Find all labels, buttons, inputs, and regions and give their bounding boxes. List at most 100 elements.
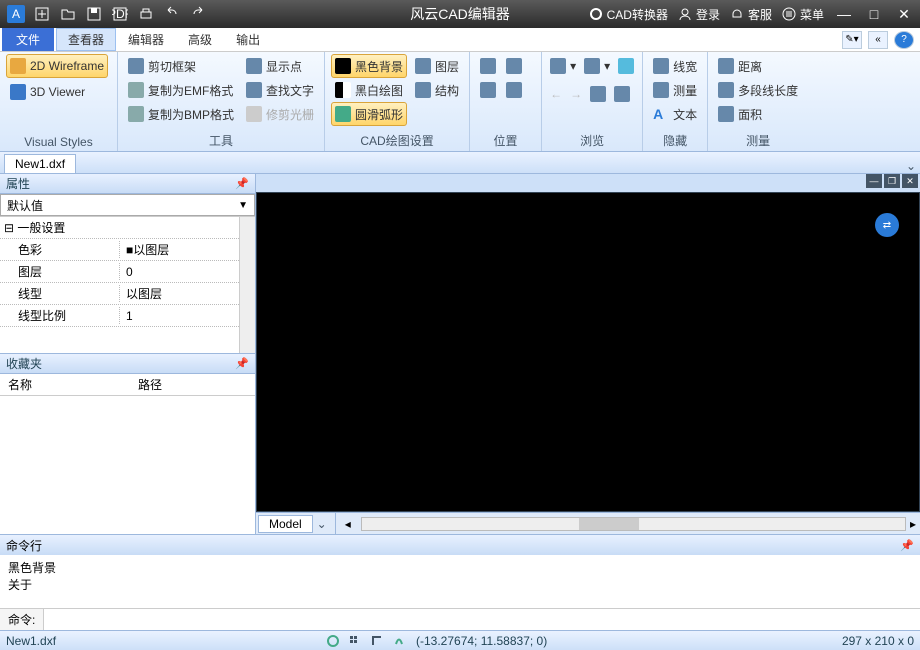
group-tools: 工具 [124, 131, 318, 150]
properties-pin-icon[interactable]: 📌 [235, 177, 249, 190]
polyline-icon [718, 82, 734, 98]
menu-advanced[interactable]: 高级 [176, 28, 224, 51]
menu-button[interactable]: 菜单 [782, 6, 824, 23]
nav-tool-1[interactable] [588, 82, 608, 106]
setting-smooth-arc[interactable]: 圆滑弧形 [331, 102, 407, 126]
favorites-header: 收藏夹📌 [0, 354, 255, 374]
pos-icon [480, 58, 496, 74]
status-ortho-icon[interactable] [370, 634, 384, 648]
tool-copy-emf[interactable]: 复制为EMF格式 [124, 78, 238, 102]
support-button[interactable]: 客服 [730, 6, 772, 23]
properties-selector[interactable]: 默认值▼ [0, 194, 255, 216]
nav-fwd: → [568, 82, 584, 106]
menu-output[interactable]: 输出 [224, 28, 272, 51]
layers-icon [415, 58, 431, 74]
cad-converter-button[interactable]: CAD转换器 [589, 6, 668, 23]
favorites-pin-icon[interactable]: 📌 [235, 357, 249, 370]
canvas-footer: Model ⌄ ◂ ▸ [256, 512, 920, 534]
pan-icon [618, 58, 634, 74]
maximize-button[interactable]: □ [864, 4, 884, 24]
hscroll-left[interactable]: ◂ [341, 517, 355, 531]
menu-bar: 文件 查看器 编辑器 高级 输出 ✎▾ « ? [0, 28, 920, 52]
tool-clip-frame[interactable]: 剪切框架 [124, 54, 238, 78]
new-icon[interactable] [32, 4, 52, 24]
group-position: 位置 [476, 131, 535, 150]
canvas-badge-icon[interactable]: ⇄ [875, 213, 899, 237]
expand-ribbon-button[interactable]: « [868, 31, 888, 49]
model-tab[interactable]: Model [258, 515, 313, 533]
measure-area[interactable]: 面积 [714, 102, 802, 126]
minimize-button[interactable]: — [834, 4, 854, 24]
measure-polyline[interactable]: 多段线长度 [714, 78, 802, 102]
canvas-close-icon[interactable]: ✕ [902, 174, 918, 188]
group-browse: 浏览 [548, 131, 636, 150]
ribbon: 2D Wireframe 3D Viewer Visual Styles 剪切框… [0, 52, 920, 152]
app-title: 风云CAD编辑器 [410, 4, 510, 24]
command-pin-icon[interactable]: 📌 [900, 539, 914, 552]
setting-structure[interactable]: 结构 [411, 78, 463, 102]
find-icon [246, 82, 262, 98]
menu-file[interactable]: 文件 [2, 28, 54, 51]
status-dimensions: 297 x 210 x 0 [842, 634, 914, 648]
status-icon-1[interactable] [326, 634, 340, 648]
emf-icon [128, 82, 144, 98]
nav-tool-2[interactable] [612, 82, 632, 106]
text-icon: A [653, 106, 669, 122]
zoom-in[interactable]: ▾ [548, 54, 578, 78]
pan-tool[interactable] [616, 54, 636, 78]
tool-find-text[interactable]: 查找文字 [242, 78, 318, 102]
toolbar-options-button[interactable]: ✎▾ [842, 31, 862, 49]
fav-col-path[interactable]: 路径 [130, 376, 162, 393]
properties-header: 属性📌 [0, 174, 255, 194]
app-icon[interactable]: A [6, 4, 26, 24]
fav-col-name[interactable]: 名称 [0, 376, 130, 393]
save-icon[interactable] [84, 4, 104, 24]
canvas-hscrollbar[interactable] [361, 517, 906, 531]
hscroll-right[interactable]: ▸ [906, 517, 920, 531]
properties-table: ⊟ 一般设置 色彩■以图层 图层0 线型以图层 线型比例1 [0, 216, 255, 353]
pos2-icon [506, 58, 522, 74]
measure-distance[interactable]: 距离 [714, 54, 802, 78]
hide-measure[interactable]: 测量 [649, 78, 701, 102]
hide-text[interactable]: A文本 [649, 102, 701, 126]
open-icon[interactable] [58, 4, 78, 24]
viewer3d-icon [10, 84, 26, 100]
setting-layers[interactable]: 图层 [411, 54, 463, 78]
position-tool-1[interactable] [476, 54, 526, 78]
command-input[interactable] [44, 613, 920, 627]
bw-icon [335, 82, 351, 98]
menu-viewer[interactable]: 查看器 [56, 28, 116, 51]
modeltab-chevron[interactable]: ⌄ [313, 517, 331, 531]
undo-icon[interactable] [162, 4, 182, 24]
menu-editor[interactable]: 编辑器 [116, 28, 176, 51]
zoom-in-icon [550, 58, 566, 74]
tool-copy-bmp[interactable]: 复制为BMP格式 [124, 102, 238, 126]
drawing-canvas[interactable]: ⇄ [256, 192, 920, 512]
canvas-restore-icon[interactable]: ❐ [884, 174, 900, 188]
redo-icon[interactable] [188, 4, 208, 24]
file-tab[interactable]: New1.dxf [4, 154, 76, 173]
status-grid-icon[interactable] [348, 634, 362, 648]
setting-black-bg[interactable]: 黑色背景 [331, 54, 407, 78]
properties-scrollbar[interactable] [239, 217, 255, 353]
setting-bw-draw[interactable]: 黑白绘图 [331, 78, 407, 102]
login-button[interactable]: 登录 [678, 6, 720, 23]
clip-icon [128, 58, 144, 74]
tool-show-point[interactable]: 显示点 [242, 54, 318, 78]
zoom-out[interactable]: ▾ [582, 54, 612, 78]
help-button[interactable]: ? [894, 31, 914, 49]
status-snap-icon[interactable] [392, 634, 406, 648]
close-button[interactable]: ✕ [894, 4, 914, 24]
distance-icon [718, 58, 734, 74]
visual-2d-wireframe[interactable]: 2D Wireframe [6, 54, 108, 78]
pos4-icon [506, 82, 522, 98]
canvas-min-icon[interactable]: — [866, 174, 882, 188]
visual-3d-viewer[interactable]: 3D Viewer [6, 80, 108, 104]
tabstrip-chevron[interactable]: ⌄ [902, 159, 920, 173]
svg-text:PDF: PDF [112, 7, 128, 21]
print-icon[interactable] [136, 4, 156, 24]
position-tool-2[interactable] [476, 78, 526, 102]
hide-linewidth[interactable]: 线宽 [649, 54, 701, 78]
trim-icon [246, 106, 262, 122]
save-pdf-icon[interactable]: PDF [110, 4, 130, 24]
